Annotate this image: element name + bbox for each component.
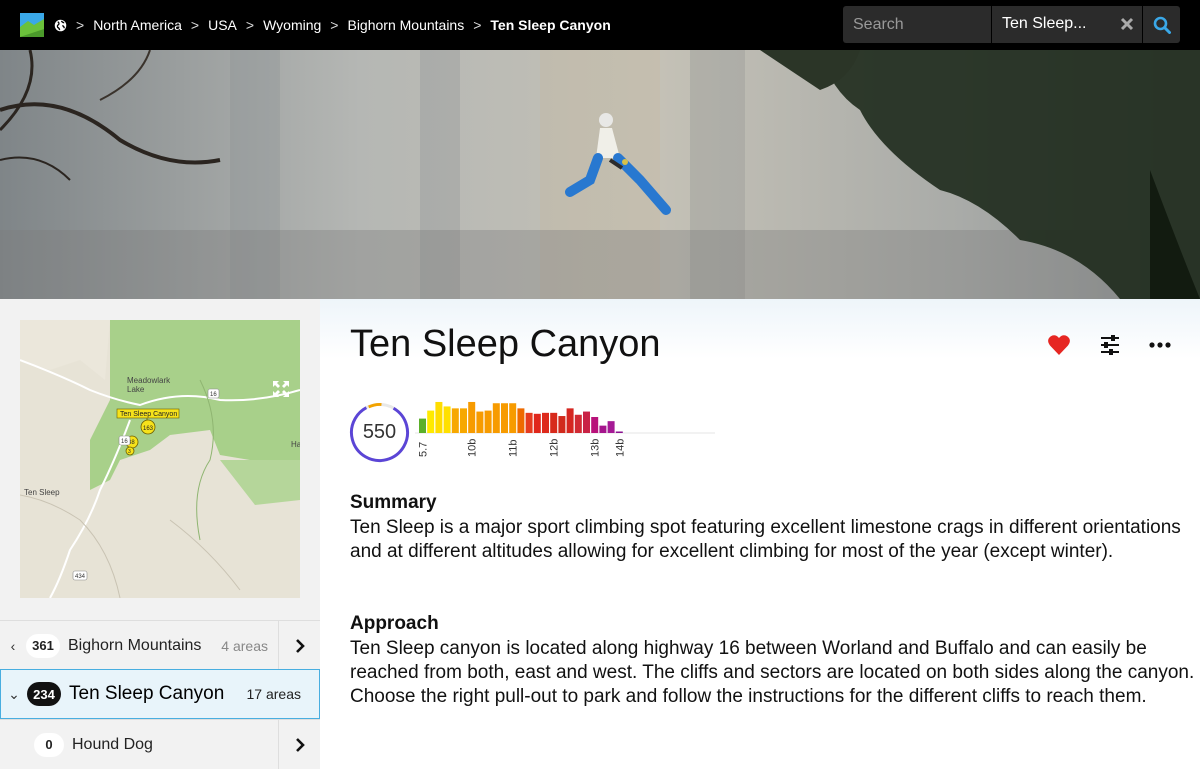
histogram-tick-label: 10b <box>467 439 479 457</box>
search-button[interactable] <box>1143 6 1180 43</box>
histogram-bar <box>533 413 541 433</box>
left-panel: Ten Sleep Canyon 163 38 3 16 16 434 Mead… <box>0 299 320 769</box>
histogram-bar <box>542 412 549 433</box>
hero-photo <box>0 50 1200 299</box>
histogram-tick-label: 12b <box>549 439 561 457</box>
histogram-bar <box>583 411 590 433</box>
current-area-row[interactable]: ⌄ 234 Ten Sleep Canyon 17 areas <box>0 669 320 719</box>
child-area-row[interactable]: 0 Hound Dog <box>0 719 320 769</box>
histogram-bar <box>517 408 525 433</box>
histogram-bar <box>419 418 426 433</box>
map-canvas: Ten Sleep Canyon 163 38 3 16 16 434 <box>20 320 300 598</box>
histogram-bar <box>468 401 476 433</box>
area-route-count: 234 <box>27 682 61 706</box>
road-shield-16: 16 <box>121 439 128 445</box>
histogram-bar <box>574 414 582 433</box>
histogram-bar <box>525 412 533 433</box>
histogram-bar <box>484 410 492 433</box>
histogram-tick-label: 13b <box>590 439 602 457</box>
histogram-tick-label: 11b <box>508 439 520 457</box>
histogram-bar <box>599 425 607 433</box>
map-label-town: Ten Sleep <box>24 488 60 497</box>
histogram-bar <box>607 421 615 433</box>
histogram-bar <box>558 416 566 433</box>
area-subcount: 17 areas <box>246 686 301 702</box>
histogram-tick-label: 14b <box>614 439 626 457</box>
histogram-bar <box>566 408 574 433</box>
map-marker-3[interactable]: 3 <box>128 449 131 455</box>
chevron-down-icon[interactable]: ⌄ <box>1 686 27 703</box>
globe-icon[interactable] <box>54 19 67 32</box>
breadcrumb-north-america[interactable]: North America <box>93 17 182 33</box>
page-title: Ten Sleep Canyon <box>350 323 661 365</box>
histogram-bar <box>451 408 459 433</box>
sliders-icon[interactable] <box>1098 333 1122 357</box>
breadcrumb-current: Ten Sleep Canyon <box>490 17 611 33</box>
main-content: Ten Sleep Canyon 550 5.7 10b 11b 12b 13b 14b … <box>320 299 1200 750</box>
histogram-bar <box>476 411 484 433</box>
area-name: Ten Sleep Canyon <box>69 683 225 704</box>
breadcrumb-separator: > <box>76 17 85 33</box>
parent-area-row[interactable]: ‹ 361 Bighorn Mountains 4 areas <box>0 620 320 670</box>
heart-icon[interactable] <box>1047 333 1071 357</box>
area-open-button[interactable] <box>278 621 320 670</box>
map-marker-163[interactable]: 163 <box>143 426 154 432</box>
area-subcount: 4 areas <box>221 637 268 654</box>
histogram-bar <box>492 403 500 433</box>
expand-icon[interactable] <box>272 380 290 398</box>
chevron-right-icon <box>295 737 305 752</box>
road-shield-16: 16 <box>210 392 217 398</box>
breadcrumb-separator: > <box>245 17 255 33</box>
location-value: Ten Sleep... <box>1002 15 1087 32</box>
approach-text: Ten Sleep canyon is located along highwa… <box>350 638 1195 707</box>
hero-image <box>0 50 1200 299</box>
histogram-bar <box>501 403 508 433</box>
breadcrumb-separator: > <box>330 17 339 33</box>
area-route-count: 361 <box>26 633 60 658</box>
logo-icon[interactable] <box>20 13 44 37</box>
breadcrumb-bighorn-mountains[interactable]: Bighorn Mountains <box>347 17 464 33</box>
location-field[interactable]: Ten Sleep... <box>992 6 1142 43</box>
area-name[interactable]: Hound Dog <box>72 736 153 754</box>
histogram-bar <box>435 401 443 433</box>
area-open-button[interactable] <box>278 720 320 769</box>
score-value: 550 <box>362 421 397 443</box>
grade-histogram: 5.7 10b 11b 12b 13b 14b <box>415 401 715 457</box>
more-icon[interactable] <box>1148 333 1172 357</box>
top-bar: > North America > USA > Wyoming > Bighor… <box>0 0 1200 50</box>
breadcrumb: > North America > USA > Wyoming > Bighor… <box>54 0 611 50</box>
summary-text: Ten Sleep is a major sport climbing spot… <box>350 517 1181 562</box>
search-input[interactable] <box>843 6 991 43</box>
area-map[interactable]: Ten Sleep Canyon 163 38 3 16 16 434 Mead… <box>20 320 300 598</box>
histogram-bar <box>460 408 467 433</box>
breadcrumb-wyoming[interactable]: Wyoming <box>263 17 321 33</box>
chevron-left-icon[interactable]: ‹ <box>0 638 26 654</box>
breadcrumb-separator: > <box>190 17 200 33</box>
map-label-edge: Ha <box>291 440 300 449</box>
close-icon[interactable] <box>1120 17 1134 31</box>
search-bar: Ten Sleep... <box>843 6 1180 43</box>
area-route-count: 0 <box>34 732 64 757</box>
map-marker-label: Ten Sleep Canyon <box>120 411 177 418</box>
histogram-tick-label: 5.7 <box>418 442 430 457</box>
breadcrumb-separator: > <box>473 17 482 33</box>
histogram-bar <box>615 431 623 433</box>
histogram-bar <box>591 417 599 433</box>
road-shield-434: 434 <box>75 574 86 580</box>
histogram-bar <box>550 412 558 433</box>
summary-heading: Summary <box>350 492 437 513</box>
area-name[interactable]: Bighorn Mountains <box>68 637 201 655</box>
breadcrumb-usa[interactable]: USA <box>208 17 237 33</box>
histogram-bar <box>443 406 451 433</box>
histogram-bar <box>427 410 435 433</box>
search-icon <box>1153 16 1171 34</box>
chevron-right-icon <box>295 638 305 653</box>
approach-heading: Approach <box>350 613 439 634</box>
map-label-lake: Meadowlark Lake <box>127 376 171 394</box>
histogram-bar <box>509 403 517 433</box>
